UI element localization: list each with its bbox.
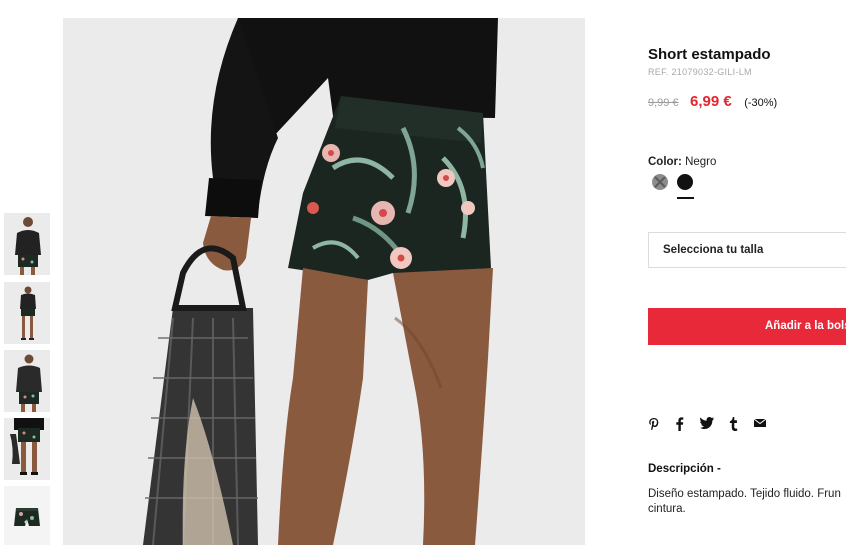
size-select-placeholder: Selecciona tu talla <box>663 244 764 256</box>
twitter-icon[interactable] <box>700 417 714 432</box>
price-row: 9,99 € 6,99 € (-30%) <box>648 93 777 111</box>
description-text: Diseño estampado. Tejido fluido. Frun ci… <box>648 487 846 517</box>
product-reference: REF. 21079032-GILI-LM <box>648 67 752 77</box>
thumbnail-4[interactable] <box>4 418 50 480</box>
description-title: Descripción - <box>648 463 721 475</box>
add-to-bag-label: Añadir a la bols <box>765 320 846 332</box>
product-main-image <box>63 18 585 545</box>
size-select[interactable]: Selecciona tu talla <box>648 232 846 268</box>
discount-badge: (-30%) <box>744 97 778 109</box>
thumbnail-2[interactable] <box>4 282 50 344</box>
selected-swatch-indicator <box>677 197 694 199</box>
facebook-icon[interactable] <box>675 417 684 434</box>
tumblr-icon[interactable] <box>729 417 738 434</box>
old-price: 9,99 € <box>648 97 679 109</box>
product-page: Short estampado REF. 21079032-GILI-LM 9,… <box>0 0 846 545</box>
thumbnail-1[interactable] <box>4 213 50 275</box>
color-swatch-black[interactable] <box>677 174 693 190</box>
description-line-1: Diseño estampado. Tejido fluido. Frun <box>648 488 841 500</box>
color-label: Color: <box>648 156 682 168</box>
product-info-panel: Short estampado REF. 21079032-GILI-LM 9,… <box>648 0 846 545</box>
color-swatch-grey-unavailable[interactable] <box>652 174 668 190</box>
description-line-2: cintura. <box>648 503 686 515</box>
pinterest-icon[interactable] <box>648 417 660 434</box>
color-label-row: Color: Negro <box>648 156 716 168</box>
color-value: Negro <box>685 156 717 168</box>
thumbnail-5[interactable] <box>4 486 50 545</box>
thumbnail-3[interactable] <box>4 350 50 412</box>
email-icon[interactable] <box>753 417 767 431</box>
add-to-bag-button[interactable]: Añadir a la bols <box>648 308 846 345</box>
product-title: Short estampado <box>648 46 771 63</box>
sale-price: 6,99 € <box>690 93 732 110</box>
